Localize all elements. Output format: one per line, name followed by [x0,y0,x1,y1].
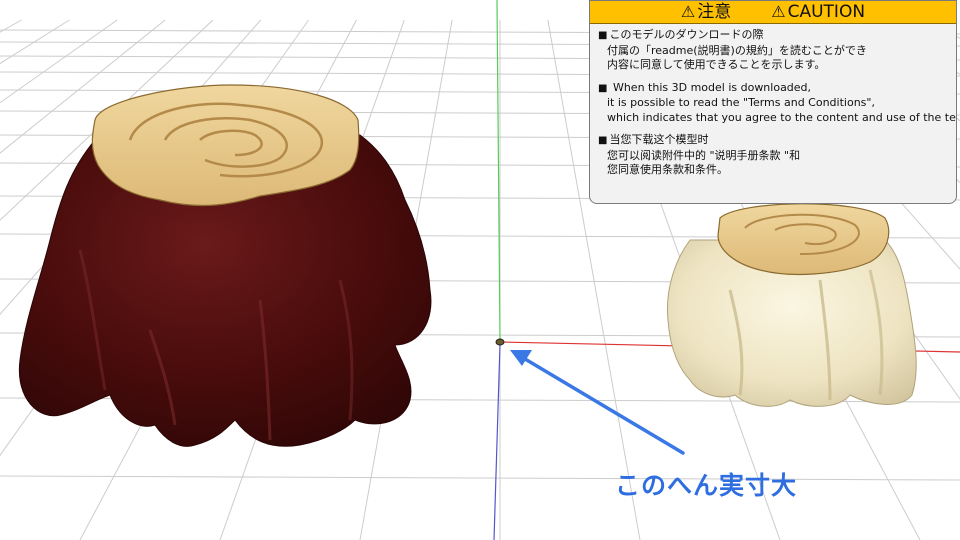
notice-paragraph-zh: ■ 当您下载这个模型时 您可以阅读附件中的 "说明手册条款 "和 您同意使用条款和… [598,133,950,178]
notice-en-line1: When this 3D model is downloaded, [612,80,812,94]
annotation-arrow [510,350,685,455]
annotation-label: このへん実寸大 [615,471,798,500]
notice-en-line2: it is possible to read the "Terms and Co… [607,96,875,109]
bullet-square-icon: ■ [598,135,608,146]
notice-zh-line2: 您可以阅读附件中的 "说明手册条款 "和 [607,148,801,162]
notice-en-line3: which indicates that you agree to the co… [607,110,957,124]
notice-zh-line1: 当您下载这个模型时 [609,133,709,146]
warning-icon: ⚠ [680,2,696,21]
bullet-square-icon: ■ [598,82,608,94]
notice-jp-line2: 付属の「readme(説明書)の規約」を読むことができ [607,43,867,57]
notice-zh-line3: 您同意使用条款和条件。 [607,163,728,176]
notice-title-en: CAUTION [787,2,866,22]
notice-title-jp: 注意 [697,2,732,22]
notice-paragraph-jp: ■ このモデルのダウンロードの際 付属の「readme(説明書)の規約」を読むこと… [598,28,950,73]
notice-paragraph-en: ■ When this 3D model is downloaded, it i… [598,80,957,126]
notice-jp-line1: このモデルのダウンロードの際 [609,28,764,41]
origin-marker[interactable] [495,338,505,346]
axis-z-line [493,343,501,540]
notice-jp-line3: 内容に同意して使用できることを示します。 [607,58,826,71]
warning-icon: ⚠ [771,2,786,21]
notice-header: ⚠ 注意 ⚠ CAUTION [590,1,956,24]
bullet-square-icon: ■ [598,30,608,41]
light-stump-model[interactable] [666,203,917,407]
dark-stump-model[interactable] [18,84,432,447]
caution-notice-panel: ⚠ 注意 ⚠ CAUTION ■ このモデルのダウンロードの際 付属の「readm… [589,0,957,204]
notice-body: ■ このモデルのダウンロードの際 付属の「readme(説明書)の規約」を読むこと… [590,24,956,178]
